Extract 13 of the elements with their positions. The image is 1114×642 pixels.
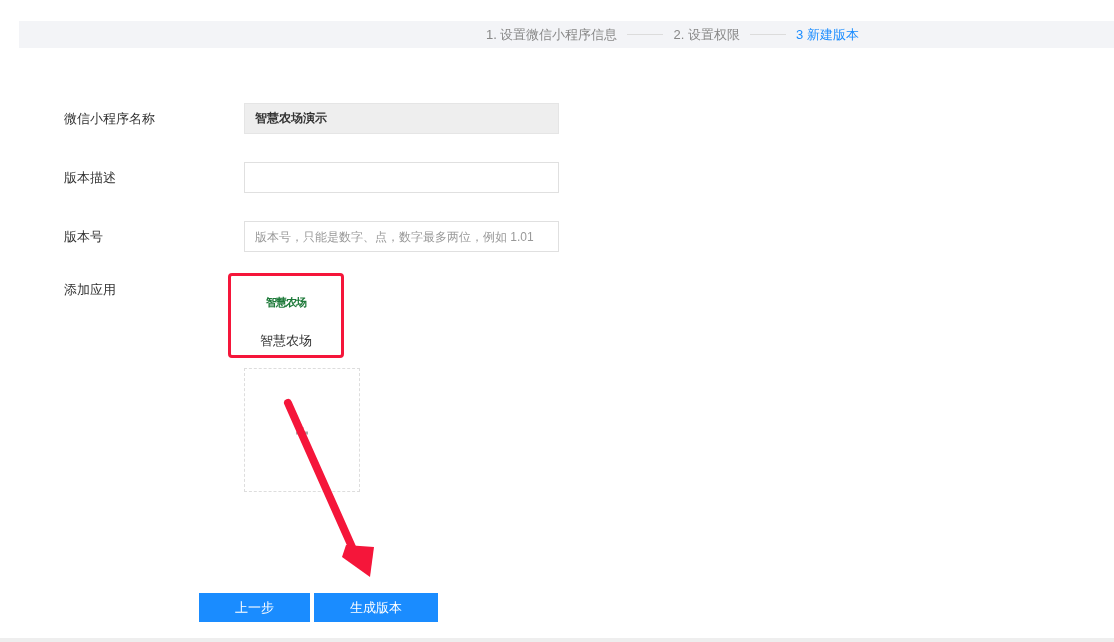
text-field[interactable]: 版本号，只能是数字、点，数字最多两位，例如 1.01 — [244, 221, 559, 252]
field-label: 微信小程序名称 — [64, 110, 156, 128]
field-label: 添加应用 — [64, 281, 117, 299]
field-label: 版本描述 — [64, 169, 117, 187]
step-label: 3 新建版本 — [795, 25, 859, 44]
add-app-tile[interactable] — [244, 368, 360, 492]
app-card[interactable]: 智慧农场 智慧农场 — [228, 273, 344, 358]
app-name: 智慧农场 — [260, 331, 312, 350]
app-logo: 智慧农场 — [266, 295, 306, 310]
step-label: 1. 设置微信小程序信息 — [486, 25, 618, 44]
text-field[interactable] — [244, 162, 559, 193]
field-label: 版本号 — [64, 228, 104, 246]
step-label: 2. 设置权限 — [673, 25, 740, 44]
